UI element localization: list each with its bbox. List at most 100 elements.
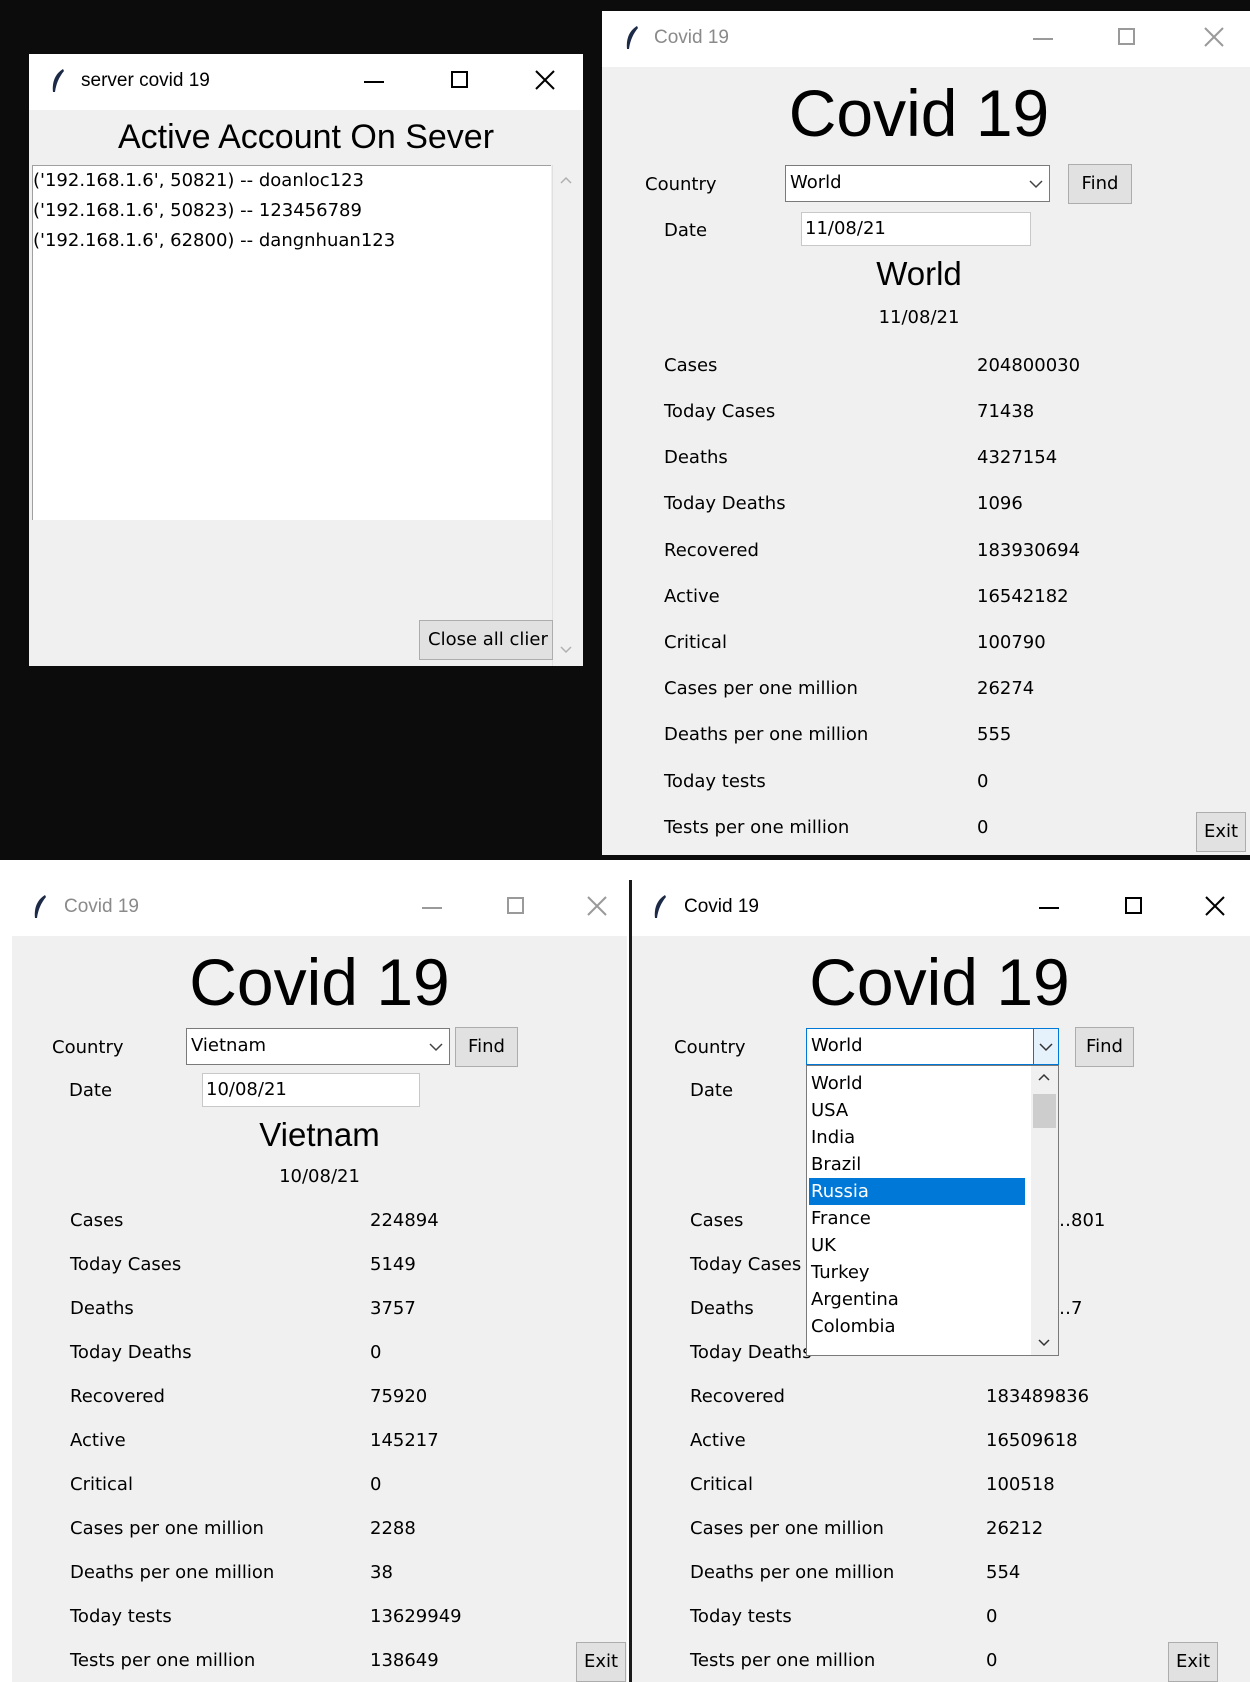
- stat-label: Deaths per one million: [690, 1562, 895, 1583]
- maximize-button[interactable]: [497, 890, 537, 924]
- chevron-up-icon[interactable]: [559, 175, 573, 185]
- dropdown-option[interactable]: USA: [809, 1097, 1025, 1124]
- stat-value: 0: [977, 817, 989, 838]
- dropdown-option-selected[interactable]: Russia: [809, 1178, 1025, 1205]
- dropdown-option[interactable]: Colombia: [809, 1313, 1025, 1340]
- find-button[interactable]: Find: [1075, 1027, 1134, 1067]
- stat-value: 554: [986, 1562, 1021, 1583]
- close-button[interactable]: [525, 64, 565, 98]
- stat-label: Today tests: [70, 1606, 172, 1627]
- minimize-button[interactable]: [1029, 890, 1069, 924]
- client-entry[interactable]: ('192.168.1.6', 62800) -- dangnhuan123: [33, 230, 395, 251]
- client-titlebar[interactable]: Covid 19: [632, 880, 1250, 936]
- close-icon: [587, 896, 607, 916]
- server-titlebar[interactable]: server covid 19: [29, 54, 583, 110]
- window-title: server covid 19: [81, 70, 210, 91]
- stat-value: 5149: [370, 1254, 416, 1275]
- chevron-down-icon[interactable]: [1037, 1338, 1051, 1348]
- client-window-dropdown: Covid 19 Covid 19 Country World Find Dat…: [629, 880, 1250, 1682]
- country-combobox[interactable]: Vietnam: [186, 1028, 450, 1065]
- country-dropdown-list[interactable]: World USA India Brazil Russia France UK …: [806, 1065, 1059, 1356]
- close-all-clients-button[interactable]: Close all clier: [419, 620, 553, 660]
- date-input[interactable]: [202, 1073, 420, 1107]
- find-button[interactable]: Find: [1068, 164, 1132, 204]
- stat-value: 38: [370, 1562, 393, 1583]
- chevron-down-icon[interactable]: [1023, 166, 1049, 201]
- maximize-button[interactable]: [1115, 890, 1155, 924]
- exit-button[interactable]: Exit: [1196, 812, 1246, 852]
- stat-label: Critical: [690, 1474, 753, 1495]
- date-field[interactable]: [805, 218, 1011, 239]
- stat-label: Tests per one million: [70, 1650, 256, 1671]
- stat-value: 183930694: [977, 540, 1081, 561]
- vertical-scrollbar[interactable]: [552, 165, 578, 666]
- stat-label: Today Deaths: [690, 1342, 812, 1363]
- stat-label: Deaths: [690, 1298, 754, 1319]
- dropdown-option[interactable]: World: [809, 1070, 1025, 1097]
- close-icon: [535, 70, 555, 90]
- stat-label: Active: [690, 1430, 746, 1451]
- window-title: Covid 19: [684, 896, 759, 917]
- country-label: Country: [645, 174, 717, 195]
- country-label: Country: [674, 1037, 746, 1058]
- stat-label: Today Cases: [690, 1254, 802, 1275]
- dropdown-scrollbar[interactable]: [1031, 1066, 1058, 1355]
- server-window: server covid 19 Active Account On Sever …: [29, 54, 583, 666]
- country-combobox[interactable]: World: [785, 165, 1050, 202]
- scroll-thumb[interactable]: [1033, 1094, 1056, 1128]
- stat-label: Cases: [664, 355, 718, 376]
- dropdown-option[interactable]: Turkey: [809, 1259, 1025, 1286]
- maximize-button[interactable]: [1108, 21, 1148, 55]
- dropdown-option[interactable]: France: [809, 1205, 1025, 1232]
- client-entry[interactable]: ('192.168.1.6', 50821) -- doanloc123: [33, 170, 364, 191]
- stat-value: 16509618: [986, 1430, 1078, 1451]
- country-value: Vietnam: [191, 1035, 267, 1056]
- result-country-name: World: [876, 255, 962, 292]
- stat-label: Recovered: [70, 1386, 165, 1407]
- app-heading: Covid 19: [809, 945, 1070, 1019]
- client-entry[interactable]: ('192.168.1.6', 50823) -- 123456789: [33, 200, 362, 221]
- minimize-button[interactable]: [412, 890, 452, 924]
- stat-value: 1096: [977, 493, 1023, 514]
- dropdown-option[interactable]: UK: [809, 1232, 1025, 1259]
- find-button[interactable]: Find: [455, 1027, 518, 1067]
- stat-label: Active: [664, 586, 720, 607]
- stat-label: Tests per one million: [664, 817, 850, 838]
- stat-value: 100790: [977, 632, 1046, 653]
- maximize-button[interactable]: [441, 64, 481, 98]
- close-button[interactable]: [577, 890, 617, 924]
- chevron-down-icon[interactable]: [559, 645, 573, 655]
- date-field[interactable]: [206, 1079, 401, 1100]
- minimize-icon: [364, 81, 384, 83]
- stat-value: 75920: [370, 1386, 428, 1407]
- stat-value: 71438: [977, 401, 1035, 422]
- chevron-down-icon[interactable]: [423, 1029, 449, 1064]
- stat-value: 0: [370, 1474, 382, 1495]
- close-button[interactable]: [1194, 21, 1234, 55]
- exit-button[interactable]: Exit: [1168, 1642, 1218, 1682]
- maximize-icon: [1118, 28, 1135, 45]
- date-input[interactable]: [801, 212, 1031, 246]
- country-combobox[interactable]: World: [806, 1028, 1059, 1065]
- dropdown-option[interactable]: India: [809, 1124, 1025, 1151]
- minimize-icon: [422, 907, 442, 909]
- exit-button[interactable]: Exit: [576, 1642, 626, 1682]
- client-titlebar[interactable]: Covid 19: [12, 880, 627, 936]
- dropdown-option[interactable]: Brazil: [809, 1151, 1025, 1178]
- stat-value: 183489836: [986, 1386, 1090, 1407]
- stat-value: 0: [370, 1342, 382, 1363]
- close-button[interactable]: [1195, 890, 1235, 924]
- stat-label: Critical: [664, 632, 727, 653]
- chevron-up-icon[interactable]: [1037, 1072, 1051, 1082]
- clients-listbox[interactable]: ('192.168.1.6', 50821) -- doanloc123 ('1…: [32, 165, 551, 520]
- minimize-button[interactable]: [354, 64, 394, 98]
- client-titlebar[interactable]: Covid 19: [602, 11, 1250, 67]
- dropdown-toggle[interactable]: [1033, 1029, 1058, 1064]
- stat-value: 26274: [977, 678, 1035, 699]
- stat-label: Today Deaths: [70, 1342, 192, 1363]
- dropdown-option[interactable]: Argentina: [809, 1286, 1025, 1313]
- minimize-button[interactable]: [1023, 21, 1063, 55]
- stat-value: 2288: [370, 1518, 416, 1539]
- stat-label: Deaths per one million: [70, 1562, 275, 1583]
- stat-value: 26212: [986, 1518, 1044, 1539]
